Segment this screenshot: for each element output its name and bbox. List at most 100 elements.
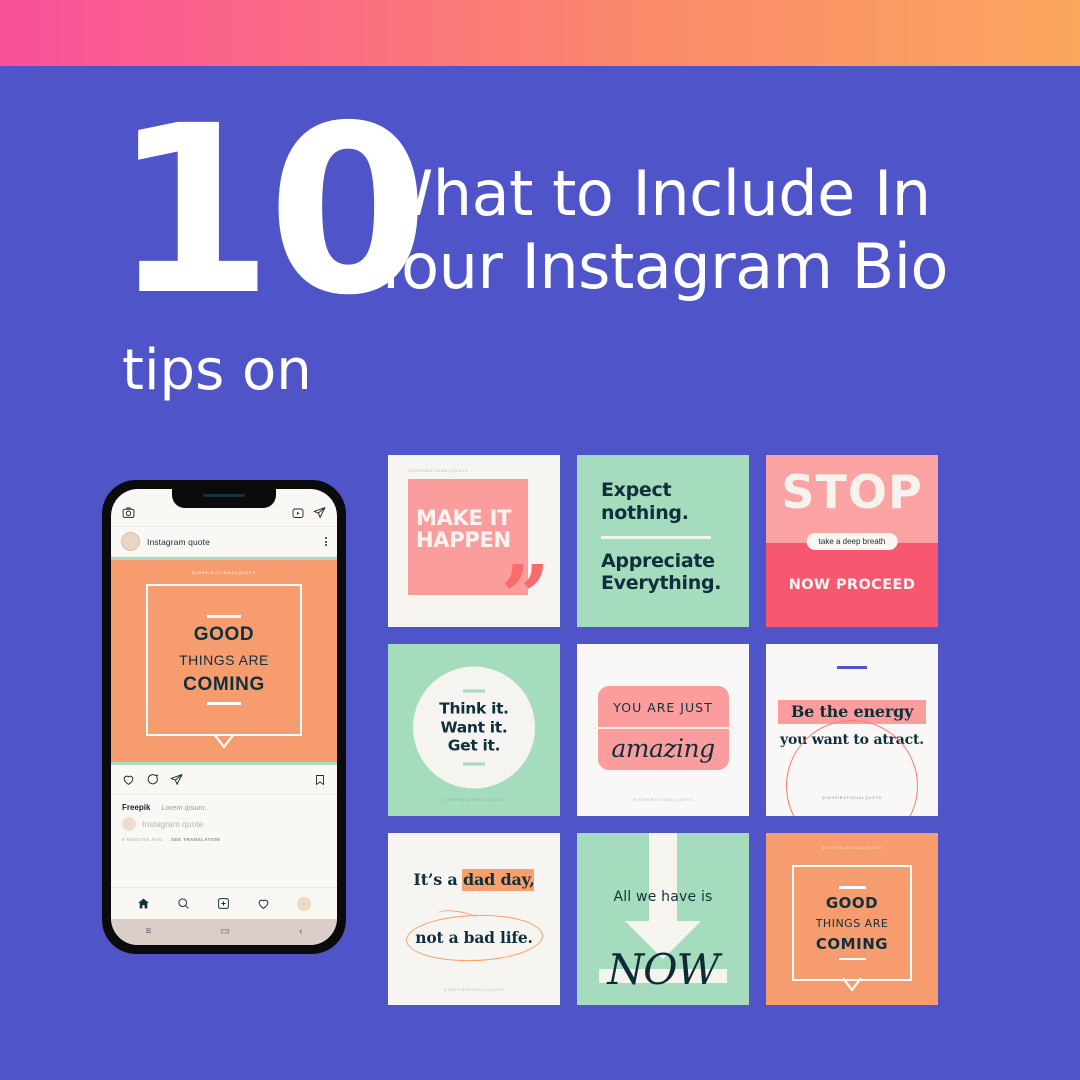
tips-on-label: tips on	[122, 338, 312, 403]
card-line-2: THINGS ARE	[815, 916, 889, 930]
divider	[590, 727, 737, 729]
page-title-line-1: What to Include In	[372, 157, 931, 230]
speech-bubble-frame: GOOD THINGS ARE COMING	[792, 865, 912, 991]
comment-icon[interactable]	[146, 773, 159, 786]
speech-bubble-tail	[214, 734, 234, 748]
post-actions	[111, 765, 337, 795]
card-line-3: COMING	[815, 934, 889, 953]
divider-top	[838, 886, 866, 889]
quotation-mark-icon: ”	[500, 546, 550, 627]
caption-text: Lorem ipsum...	[161, 803, 212, 812]
card-subtext: NOW PROCEED	[788, 577, 916, 593]
card-line-1: Expect	[601, 479, 672, 501]
card-line-1: Think it.	[439, 699, 509, 718]
comment-avatar	[122, 817, 136, 831]
card-text: Think it. Want it. Get it.	[439, 700, 509, 756]
post-image-tag: @INSPIRATIONALQUOTE	[191, 571, 257, 575]
more-options-icon[interactable]	[325, 537, 327, 546]
card-text-top: Expect nothing.	[601, 479, 749, 525]
profile-avatar[interactable]	[297, 896, 312, 911]
quote-card-stop[interactable]: STOP take a deep breath NOW PROCEED	[766, 455, 938, 627]
post-quote-line-3: COMING	[183, 674, 265, 695]
card-line-2: Want it.	[440, 718, 508, 737]
divider-bottom	[838, 957, 866, 960]
recents-button[interactable]: ≡	[146, 927, 152, 937]
android-nav-bar: ≡ ▭ ‹	[111, 919, 337, 945]
circle-badge: Think it. Want it. Get it.	[413, 666, 535, 789]
card-line-1: MAKE IT	[416, 506, 512, 530]
card-tag: @INSPIRATIONALQUOTE	[632, 798, 694, 802]
post-quote-line-1: GOOD	[193, 624, 255, 645]
card-line-1-prefix: It’s a	[413, 870, 463, 889]
back-button[interactable]: ‹	[299, 927, 302, 937]
home-icon[interactable]	[137, 897, 150, 910]
messenger-icon[interactable]	[313, 506, 326, 519]
post-quote-line-2: THINGS ARE	[179, 652, 269, 668]
divider	[601, 535, 711, 539]
phone-mockup: Instagram quote @INSPIRATIONALQUOTE GOOD…	[102, 480, 346, 954]
card-tag: @INSPIRATIONALQUOTE	[821, 796, 883, 800]
bottom-tab-bar	[111, 887, 337, 919]
headline-block: 10 tips on What to Include In Your Insta…	[0, 66, 1080, 446]
quote-card-think-want-get[interactable]: Think it. Want it. Get it. @INSPIRATIONA…	[388, 644, 560, 816]
page-title: What to Include In Your Instagram Bio	[372, 157, 1032, 303]
card-line-2: NOW	[607, 945, 719, 994]
search-icon[interactable]	[177, 897, 190, 910]
caption-brand[interactable]: Freepik	[122, 803, 150, 812]
card-tag: @INSPIRATIONALQUOTE	[408, 469, 469, 473]
caption-timestamp: 9 MINUTES AGO	[122, 837, 163, 842]
caption-username[interactable]: Instagram quote	[142, 819, 203, 829]
page-title-line-2: Your Instagram Bio	[372, 229, 948, 303]
speech-bubble-tail	[843, 978, 861, 991]
post-quote-frame: GOOD THINGS ARE COMING	[146, 584, 302, 748]
card-line-1: Be the energy	[790, 702, 914, 721]
heart-icon[interactable]	[257, 897, 270, 910]
card-headline: STOP	[781, 465, 923, 519]
heart-icon[interactable]	[122, 773, 135, 786]
top-gradient-bar	[0, 0, 1080, 66]
card-line-1-highlight: dad day,	[462, 870, 535, 889]
phone-screen: Instagram quote @INSPIRATIONALQUOTE GOOD…	[111, 489, 337, 945]
card-line-1: All we have is	[613, 889, 713, 905]
add-post-icon[interactable]	[217, 897, 230, 910]
camera-icon[interactable]	[122, 506, 135, 519]
card-line-4: Everything.	[601, 572, 722, 595]
card-line-2: HAPPEN	[416, 528, 511, 553]
see-translation-link[interactable]: SEE TRANSLATION	[171, 837, 220, 842]
divider-bottom	[463, 762, 485, 766]
card-line-1: GOOD	[825, 893, 879, 912]
divider	[837, 666, 867, 669]
card-tag: @INSPIRATIONALQUOTE	[443, 988, 505, 992]
card-line-2: amazing	[611, 734, 715, 763]
quote-card-be-the-energy[interactable]: Be the energy you want to atract. @INSPI…	[766, 644, 938, 816]
card-line-1: It’s a dad day,	[388, 870, 560, 889]
quote-card-grid: @INSPIRATIONALQUOTE MAKE IT HAPPEN ” Exp…	[388, 455, 944, 1009]
divider-top	[207, 615, 241, 618]
bookmark-icon[interactable]	[314, 774, 326, 786]
card-pill-badge: take a deep breath	[806, 533, 898, 550]
avatar[interactable]	[121, 532, 140, 551]
card-text-bottom: Appreciate Everything.	[601, 550, 749, 596]
home-button[interactable]: ▭	[221, 927, 230, 937]
post-image: @INSPIRATIONALQUOTE GOOD THINGS ARE COMI…	[111, 557, 337, 765]
post-header: Instagram quote	[111, 527, 337, 557]
quote-card-expect-nothing[interactable]: Expect nothing. Appreciate Everything.	[577, 455, 749, 627]
quote-card-make-it-happen[interactable]: @INSPIRATIONALQUOTE MAKE IT HAPPEN ”	[388, 455, 560, 627]
quote-card-you-are-just-amazing[interactable]: YOU ARE JUST amazing @INSPIRATIONALQUOTE	[577, 644, 749, 816]
card-line-2: not a bad life.	[415, 928, 533, 947]
card-line-2: nothing.	[601, 501, 689, 524]
quote-card-dad-day[interactable]: It’s a dad day, not a bad life. @INSPIRA…	[388, 833, 560, 1005]
igtv-icon[interactable]	[292, 507, 304, 519]
quote-card-good-things-coming[interactable]: @INSPIRATIONALQUOTE GOOD THINGS ARE COMI…	[766, 833, 938, 1005]
phone-notch	[172, 489, 276, 508]
card-tag: @INSPIRATIONALQUOTE	[821, 846, 883, 850]
share-icon[interactable]	[170, 773, 183, 786]
divider-top	[463, 689, 485, 693]
notch-speaker	[203, 494, 245, 497]
card-line-3: Appreciate	[601, 549, 715, 572]
card-tag: @INSPIRATIONALQUOTE	[443, 798, 505, 802]
card-line-3: Get it.	[447, 736, 501, 755]
post-username[interactable]: Instagram quote	[147, 537, 210, 547]
quote-card-all-we-have-is-now[interactable]: All we have is NOW	[577, 833, 749, 1005]
card-line-1: YOU ARE JUST	[613, 700, 713, 715]
